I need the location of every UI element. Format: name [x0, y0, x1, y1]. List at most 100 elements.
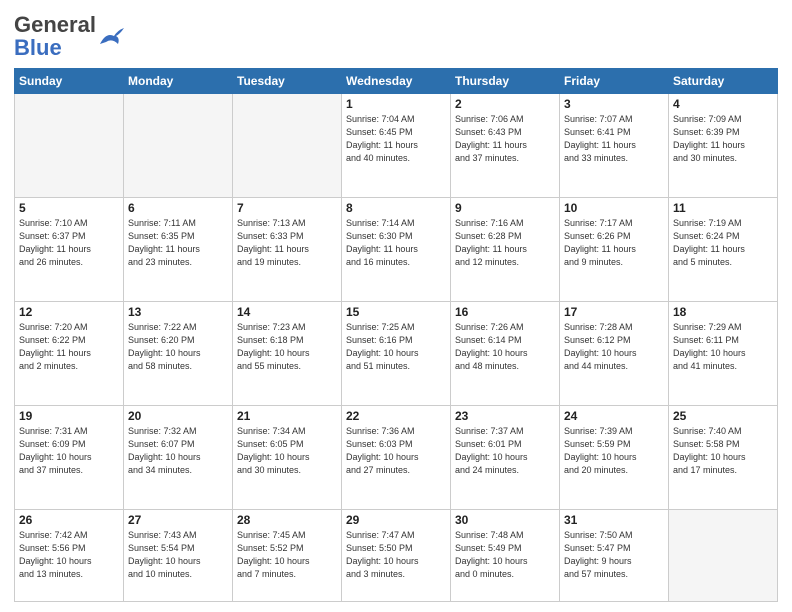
calendar-cell — [124, 94, 233, 198]
day-info: Sunrise: 7:37 AM Sunset: 6:01 PM Dayligh… — [455, 425, 555, 477]
calendar-cell: 10 Sunrise: 7:17 AM Sunset: 6:26 PM Dayli… — [560, 197, 669, 301]
calendar-cell: 23 Sunrise: 7:37 AM Sunset: 6:01 PM Dayli… — [451, 405, 560, 509]
calendar-cell: 22 Sunrise: 7:36 AM Sunset: 6:03 PM Dayli… — [342, 405, 451, 509]
day-info: Sunrise: 7:11 AM Sunset: 6:35 PM Dayligh… — [128, 217, 228, 269]
day-info: Sunrise: 7:06 AM Sunset: 6:43 PM Dayligh… — [455, 113, 555, 165]
day-info: Sunrise: 7:14 AM Sunset: 6:30 PM Dayligh… — [346, 217, 446, 269]
day-info: Sunrise: 7:29 AM Sunset: 6:11 PM Dayligh… — [673, 321, 773, 373]
calendar-cell: 28 Sunrise: 7:45 AM Sunset: 5:52 PM Dayli… — [233, 509, 342, 601]
calendar-cell — [669, 509, 778, 601]
day-number: 3 — [564, 97, 664, 111]
calendar-cell: 24Sunrise: 7:39 AM Sunset: 5:59 PM Dayli… — [560, 405, 669, 509]
day-number: 7 — [237, 201, 337, 215]
calendar-cell: 26 Sunrise: 7:42 AM Sunset: 5:56 PM Dayli… — [15, 509, 124, 601]
calendar-cell: 29 Sunrise: 7:47 AM Sunset: 5:50 PM Dayli… — [342, 509, 451, 601]
calendar-cell: 13 Sunrise: 7:22 AM Sunset: 6:20 PM Dayli… — [124, 301, 233, 405]
day-number: 2 — [455, 97, 555, 111]
day-number: 26 — [19, 513, 119, 527]
logo-blue: Blue — [14, 35, 62, 60]
day-info: Sunrise: 7:16 AM Sunset: 6:28 PM Dayligh… — [455, 217, 555, 269]
calendar-cell: 31 Sunrise: 7:50 AM Sunset: 5:47 PM Dayli… — [560, 509, 669, 601]
day-number: 25 — [673, 409, 773, 423]
calendar-cell: 27 Sunrise: 7:43 AM Sunset: 5:54 PM Dayli… — [124, 509, 233, 601]
weekday-sunday: Sunday — [15, 69, 124, 94]
day-number: 17 — [564, 305, 664, 319]
day-info: Sunrise: 7:19 AM Sunset: 6:24 PM Dayligh… — [673, 217, 773, 269]
weekday-monday: Monday — [124, 69, 233, 94]
day-number: 14 — [237, 305, 337, 319]
day-info: Sunrise: 7:17 AM Sunset: 6:26 PM Dayligh… — [564, 217, 664, 269]
day-info: Sunrise: 7:28 AM Sunset: 6:12 PM Dayligh… — [564, 321, 664, 373]
week-row-2: 5 Sunrise: 7:10 AM Sunset: 6:37 PM Daylig… — [15, 197, 778, 301]
day-number: 31 — [564, 513, 664, 527]
day-info: Sunrise: 7:25 AM Sunset: 6:16 PM Dayligh… — [346, 321, 446, 373]
day-info: Sunrise: 7:42 AM Sunset: 5:56 PM Dayligh… — [19, 529, 119, 581]
day-info: Sunrise: 7:40 AM Sunset: 5:58 PM Dayligh… — [673, 425, 773, 477]
logo-bird-icon — [98, 26, 126, 48]
weekday-wednesday: Wednesday — [342, 69, 451, 94]
day-info: Sunrise: 7:07 AM Sunset: 6:41 PM Dayligh… — [564, 113, 664, 165]
day-info: Sunrise: 7:32 AM Sunset: 6:07 PM Dayligh… — [128, 425, 228, 477]
day-info: Sunrise: 7:36 AM Sunset: 6:03 PM Dayligh… — [346, 425, 446, 477]
day-number: 29 — [346, 513, 446, 527]
calendar-cell — [233, 94, 342, 198]
day-info: Sunrise: 7:31 AM Sunset: 6:09 PM Dayligh… — [19, 425, 119, 477]
calendar-cell: 11 Sunrise: 7:19 AM Sunset: 6:24 PM Dayli… — [669, 197, 778, 301]
calendar-cell: 5 Sunrise: 7:10 AM Sunset: 6:37 PM Daylig… — [15, 197, 124, 301]
calendar-table: SundayMondayTuesdayWednesdayThursdayFrid… — [14, 68, 778, 602]
calendar-cell: 3 Sunrise: 7:07 AM Sunset: 6:41 PM Daylig… — [560, 94, 669, 198]
calendar-cell: 14 Sunrise: 7:23 AM Sunset: 6:18 PM Dayli… — [233, 301, 342, 405]
day-number: 1 — [346, 97, 446, 111]
calendar-cell: 19 Sunrise: 7:31 AM Sunset: 6:09 PM Dayli… — [15, 405, 124, 509]
day-number: 10 — [564, 201, 664, 215]
logo: General Blue — [14, 14, 126, 60]
calendar-cell: 30 Sunrise: 7:48 AM Sunset: 5:49 PM Dayli… — [451, 509, 560, 601]
day-number: 27 — [128, 513, 228, 527]
week-row-3: 12 Sunrise: 7:20 AM Sunset: 6:22 PM Dayli… — [15, 301, 778, 405]
day-number: 22 — [346, 409, 446, 423]
day-number: 28 — [237, 513, 337, 527]
calendar-cell: 2 Sunrise: 7:06 AM Sunset: 6:43 PM Daylig… — [451, 94, 560, 198]
day-number: 23 — [455, 409, 555, 423]
weekday-tuesday: Tuesday — [233, 69, 342, 94]
day-info: Sunrise: 7:04 AM Sunset: 6:45 PM Dayligh… — [346, 113, 446, 165]
calendar-cell: 15 Sunrise: 7:25 AM Sunset: 6:16 PM Dayli… — [342, 301, 451, 405]
calendar-cell: 8Sunrise: 7:14 AM Sunset: 6:30 PM Daylig… — [342, 197, 451, 301]
day-info: Sunrise: 7:39 AM Sunset: 5:59 PM Dayligh… — [564, 425, 664, 477]
day-number: 15 — [346, 305, 446, 319]
day-number: 19 — [19, 409, 119, 423]
day-info: Sunrise: 7:09 AM Sunset: 6:39 PM Dayligh… — [673, 113, 773, 165]
day-info: Sunrise: 7:43 AM Sunset: 5:54 PM Dayligh… — [128, 529, 228, 581]
day-number: 13 — [128, 305, 228, 319]
day-number: 30 — [455, 513, 555, 527]
day-number: 20 — [128, 409, 228, 423]
calendar-cell: 20 Sunrise: 7:32 AM Sunset: 6:07 PM Dayli… — [124, 405, 233, 509]
day-info: Sunrise: 7:20 AM Sunset: 6:22 PM Dayligh… — [19, 321, 119, 373]
day-number: 21 — [237, 409, 337, 423]
day-info: Sunrise: 7:34 AM Sunset: 6:05 PM Dayligh… — [237, 425, 337, 477]
day-number: 16 — [455, 305, 555, 319]
day-number: 11 — [673, 201, 773, 215]
day-info: Sunrise: 7:23 AM Sunset: 6:18 PM Dayligh… — [237, 321, 337, 373]
calendar-cell: 1 Sunrise: 7:04 AM Sunset: 6:45 PM Daylig… — [342, 94, 451, 198]
calendar-cell — [15, 94, 124, 198]
day-number: 5 — [19, 201, 119, 215]
day-info: Sunrise: 7:50 AM Sunset: 5:47 PM Dayligh… — [564, 529, 664, 581]
day-info: Sunrise: 7:10 AM Sunset: 6:37 PM Dayligh… — [19, 217, 119, 269]
week-row-1: 1 Sunrise: 7:04 AM Sunset: 6:45 PM Daylig… — [15, 94, 778, 198]
logo-general: General — [14, 12, 96, 37]
day-number: 4 — [673, 97, 773, 111]
calendar-cell: 12 Sunrise: 7:20 AM Sunset: 6:22 PM Dayli… — [15, 301, 124, 405]
calendar-cell: 6Sunrise: 7:11 AM Sunset: 6:35 PM Daylig… — [124, 197, 233, 301]
day-info: Sunrise: 7:48 AM Sunset: 5:49 PM Dayligh… — [455, 529, 555, 581]
day-number: 12 — [19, 305, 119, 319]
weekday-friday: Friday — [560, 69, 669, 94]
day-info: Sunrise: 7:22 AM Sunset: 6:20 PM Dayligh… — [128, 321, 228, 373]
weekday-thursday: Thursday — [451, 69, 560, 94]
calendar-cell: 16Sunrise: 7:26 AM Sunset: 6:14 PM Dayli… — [451, 301, 560, 405]
day-info: Sunrise: 7:47 AM Sunset: 5:50 PM Dayligh… — [346, 529, 446, 581]
weekday-header-row: SundayMondayTuesdayWednesdayThursdayFrid… — [15, 69, 778, 94]
day-info: Sunrise: 7:45 AM Sunset: 5:52 PM Dayligh… — [237, 529, 337, 581]
day-info: Sunrise: 7:13 AM Sunset: 6:33 PM Dayligh… — [237, 217, 337, 269]
calendar-cell: 25 Sunrise: 7:40 AM Sunset: 5:58 PM Dayli… — [669, 405, 778, 509]
